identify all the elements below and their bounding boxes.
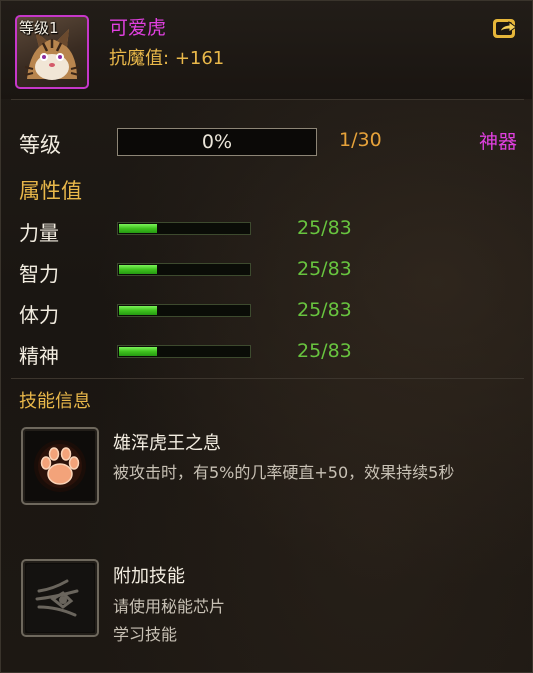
level-count: 1/30 (339, 129, 382, 151)
stat-label: 精神 (19, 344, 59, 368)
stat-bar (117, 222, 251, 235)
artifact-link[interactable]: 神器 (479, 127, 517, 154)
stat-label: 体力 (19, 303, 59, 327)
paw-icon (34, 440, 86, 492)
resist-stat: 抗魔值: +161 (109, 44, 224, 70)
skill-description: 学习技能 (113, 625, 178, 644)
skill-description: 被攻击时，有5%的几率硬直+50，效果持续5秒 (113, 463, 455, 482)
skill-icon-slot[interactable] (21, 427, 99, 505)
level-progress-bar: 0% (117, 128, 317, 156)
skill-icon-slot[interactable] (21, 559, 99, 637)
share-icon (493, 19, 517, 38)
stat-value: 25/83 (297, 340, 352, 362)
stat-bar (117, 263, 251, 276)
resist-label: 抗魔值: (109, 48, 170, 69)
stat-label: 智力 (19, 262, 59, 286)
stat-value: 25/83 (297, 299, 352, 321)
level-progress-text: 0% (201, 131, 233, 153)
pet-header: 等级1 可爱虎 抗魔值: +161 (1, 1, 532, 99)
skill-description: 请使用秘能芯片 (113, 597, 226, 616)
skill-name: 附加技能 (113, 566, 185, 587)
pet-name: 可爱虎 (109, 17, 167, 39)
stat-value: 25/83 (297, 258, 352, 280)
skills-heading: 技能信息 (19, 391, 91, 412)
avatar-level-badge: 等级1 (19, 19, 59, 37)
stat-bar-fill (119, 224, 157, 233)
stat-value: 25/83 (297, 217, 352, 239)
stat-bar-fill (119, 347, 157, 356)
divider (11, 378, 524, 379)
skill-name: 雄浑虎王之息 (113, 433, 221, 454)
pet-avatar[interactable]: 等级1 (15, 15, 89, 89)
level-label: 等级 (19, 133, 61, 157)
share-button[interactable] (491, 15, 521, 41)
resist-value: +161 (174, 48, 225, 69)
stat-label: 力量 (19, 221, 59, 245)
stat-bar (117, 304, 251, 317)
attributes-heading: 属性值 (19, 179, 82, 203)
claw-emblem-icon (26, 564, 94, 632)
stat-bar-fill (119, 306, 157, 315)
stat-bar-fill (119, 265, 157, 274)
pet-info-panel: 等级1 可爱虎 抗魔值: +161 等级 0% 1/30 神器 属性值 力量 2… (0, 0, 533, 673)
stat-bar (117, 345, 251, 358)
divider (11, 99, 524, 100)
